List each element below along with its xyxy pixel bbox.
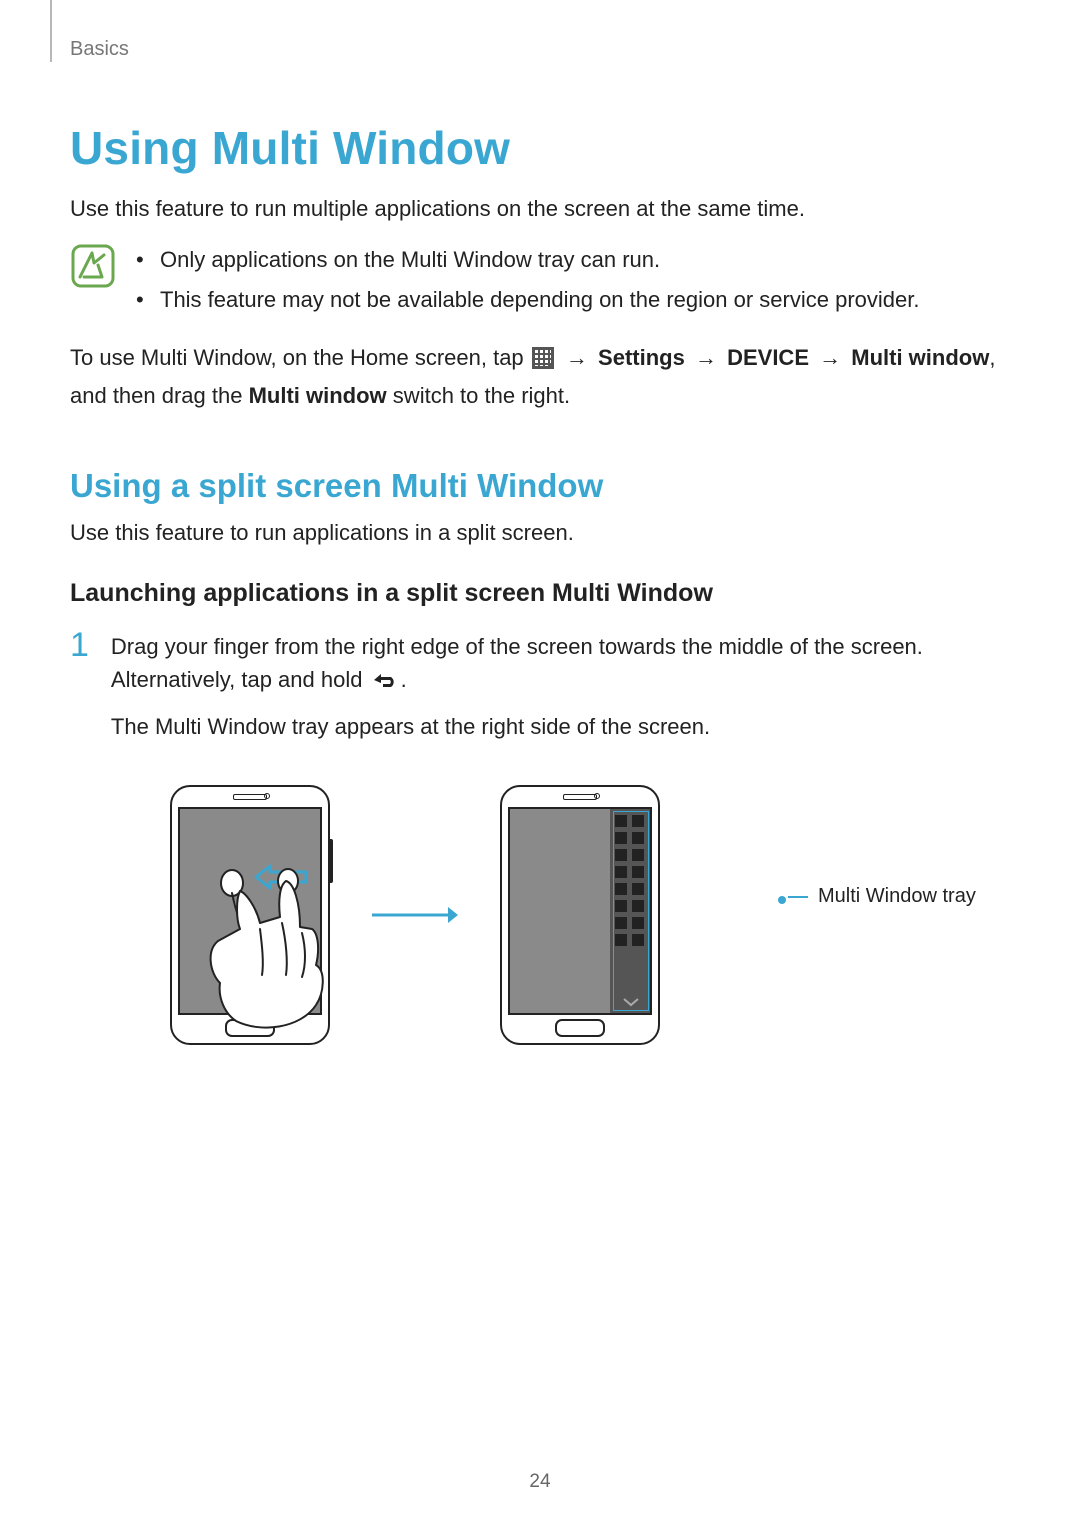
step-text-1b: . <box>401 667 407 692</box>
sub-intro: Use this feature to run applications in … <box>70 517 1010 549</box>
header-tab-line <box>50 0 52 62</box>
step-text-2: The Multi Window tray appears at the rig… <box>111 710 1010 743</box>
arrow-icon: → <box>695 345 717 370</box>
step-text-1a: Drag your finger from the right edge of … <box>111 634 923 692</box>
note-list: Only applications on the Multi Window tr… <box>136 243 919 323</box>
callout-label: Multi Window tray <box>788 885 976 908</box>
section-label: Basics <box>70 38 1010 61</box>
back-icon <box>371 665 399 698</box>
page-number: 24 <box>529 1471 550 1493</box>
phone-illustration-swipe <box>170 785 330 1045</box>
transition-arrow-icon <box>370 903 460 927</box>
note-icon <box>70 243 116 294</box>
path-device: DEVICE <box>727 345 809 370</box>
page-title: Using Multi Window <box>70 121 1010 175</box>
swipe-arrow-icon <box>254 863 308 896</box>
intro-text: Use this feature to run multiple applica… <box>70 193 1010 225</box>
path-prefix: To use Multi Window, on the Home screen,… <box>70 345 530 370</box>
arrow-icon: → <box>566 345 588 370</box>
path-bold-mid: Multi window <box>249 383 387 408</box>
path-settings: Settings <box>598 345 685 370</box>
note-item: Only applications on the Multi Window tr… <box>136 243 919 277</box>
step-text-1: Drag your finger from the right edge of … <box>111 630 1010 698</box>
callout-text: Multi Window tray <box>818 885 976 908</box>
note-item: This feature may not be available depend… <box>136 283 919 317</box>
figure: Multi Window tray <box>170 785 1010 1045</box>
subtitle: Using a split screen Multi Window <box>70 467 1010 505</box>
step-number: 1 <box>70 628 89 662</box>
apps-grid-icon <box>532 345 554 379</box>
path-multiwindow: Multi window <box>851 345 989 370</box>
settings-path: To use Multi Window, on the Home screen,… <box>70 341 1010 413</box>
subsubtitle: Launching applications in a split screen… <box>70 579 1010 608</box>
path-suffix: switch to the right. <box>387 383 570 408</box>
arrow-icon: → <box>819 345 841 370</box>
phone-illustration-tray <box>500 785 660 1045</box>
